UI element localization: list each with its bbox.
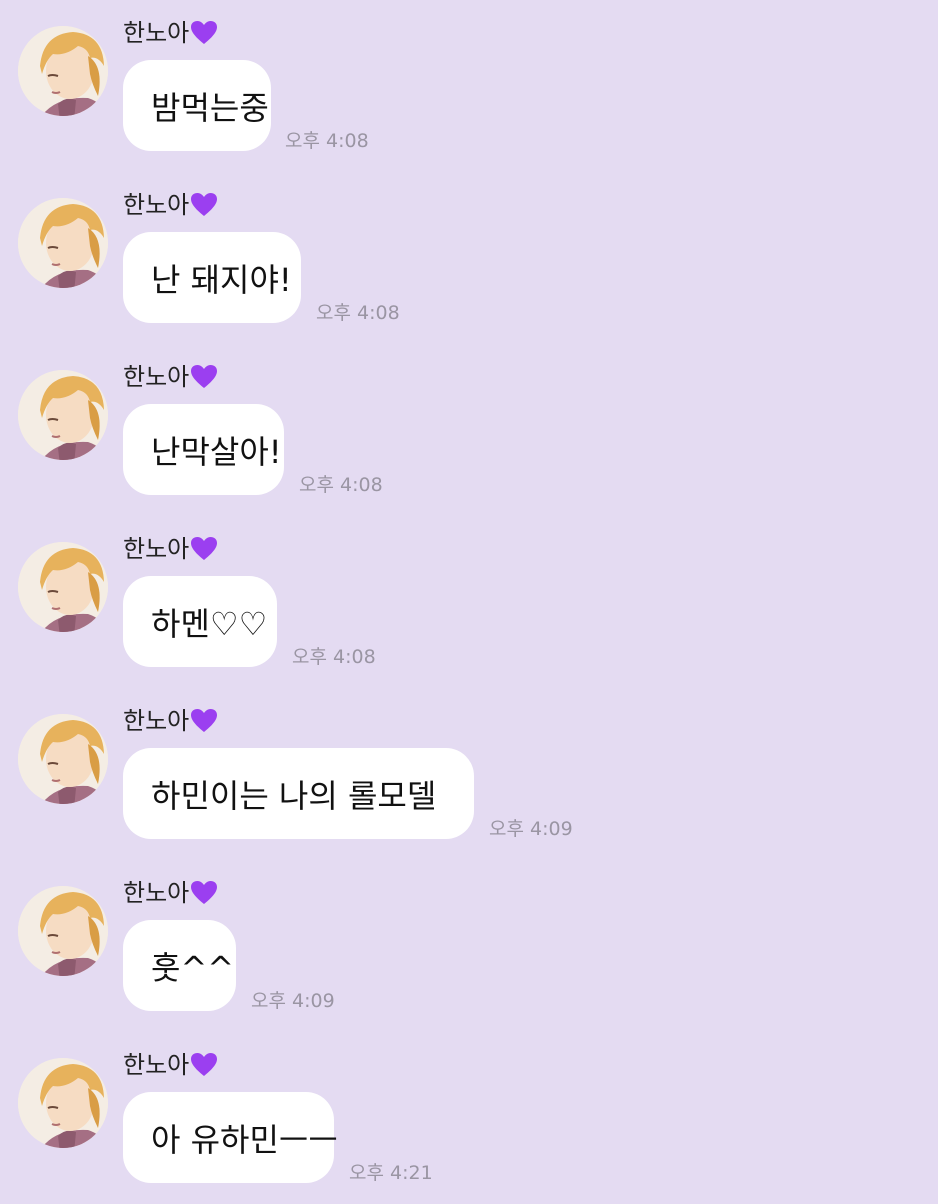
chat-log: 한노아 밤먹는중 오후 4:08 한노아 난 돼지야! 오후 4:08 한노아 … bbox=[0, 0, 938, 1200]
purple-heart-icon bbox=[191, 709, 218, 732]
avatar[interactable] bbox=[18, 26, 108, 116]
purple-heart-icon bbox=[191, 193, 218, 216]
sender-name-label: 한노아 bbox=[123, 879, 190, 907]
message: 한노아 난 돼지야! 오후 4:08 bbox=[0, 172, 938, 344]
message-bubble[interactable]: 하민이는 나의 롤모델 bbox=[123, 748, 474, 839]
avatar[interactable] bbox=[18, 198, 108, 288]
avatar-image bbox=[18, 542, 108, 632]
sender-name: 한노아 bbox=[123, 16, 218, 50]
avatar-image bbox=[18, 714, 108, 804]
sender-name: 한노아 bbox=[123, 360, 218, 394]
avatar-image bbox=[18, 26, 108, 116]
sender-name-label: 한노아 bbox=[123, 363, 190, 391]
message: 한노아 훗^^ 오후 4:09 bbox=[0, 860, 938, 1032]
sender-name-label: 한노아 bbox=[123, 535, 190, 563]
sender-name: 한노아 bbox=[123, 704, 218, 738]
sender-name-label: 한노아 bbox=[123, 191, 190, 219]
message-timestamp: 오후 4:09 bbox=[251, 990, 335, 1012]
message: 한노아 하민이는 나의 롤모델 오후 4:09 bbox=[0, 688, 938, 860]
message-timestamp: 오후 4:09 bbox=[489, 818, 573, 840]
message-bubble[interactable]: 훗^^ bbox=[123, 920, 236, 1011]
message: 한노아 아 유하민ㅡㅡ 오후 4:21 bbox=[0, 1032, 938, 1204]
avatar[interactable] bbox=[18, 714, 108, 804]
purple-heart-icon bbox=[191, 21, 218, 44]
message-text: 난막살아! bbox=[151, 432, 282, 471]
message-timestamp: 오후 4:08 bbox=[299, 474, 383, 496]
purple-heart-icon bbox=[191, 881, 218, 904]
message-bubble[interactable]: 하멘♡♡ bbox=[123, 576, 277, 667]
purple-heart-icon bbox=[191, 365, 218, 388]
avatar[interactable] bbox=[18, 542, 108, 632]
avatar[interactable] bbox=[18, 1058, 108, 1148]
message-text: 하멘♡♡ bbox=[151, 604, 268, 643]
message-timestamp: 오후 4:08 bbox=[285, 130, 369, 152]
message-text: 훗^^ bbox=[151, 948, 235, 987]
message-timestamp: 오후 4:21 bbox=[349, 1162, 433, 1184]
purple-heart-icon bbox=[191, 537, 218, 560]
message-text: 난 돼지야! bbox=[151, 260, 292, 299]
avatar-image bbox=[18, 1058, 108, 1148]
message-text: 아 유하민ㅡㅡ bbox=[151, 1120, 338, 1159]
message-bubble[interactable]: 난 돼지야! bbox=[123, 232, 301, 323]
message-bubble[interactable]: 아 유하민ㅡㅡ bbox=[123, 1092, 338, 1183]
sender-name-label: 한노아 bbox=[123, 707, 190, 735]
sender-name: 한노아 bbox=[123, 188, 218, 222]
message: 한노아 하멘♡♡ 오후 4:08 bbox=[0, 516, 938, 688]
message: 한노아 밤먹는중 오후 4:08 bbox=[0, 0, 938, 172]
sender-name: 한노아 bbox=[123, 876, 218, 910]
sender-name: 한노아 bbox=[123, 1048, 218, 1082]
purple-heart-icon bbox=[191, 1053, 218, 1076]
avatar-image bbox=[18, 198, 108, 288]
message: 한노아 난막살아! 오후 4:08 bbox=[0, 344, 938, 516]
message-text: 하민이는 나의 롤모델 bbox=[151, 776, 437, 815]
message-bubble[interactable]: 난막살아! bbox=[123, 404, 284, 495]
message-timestamp: 오후 4:08 bbox=[316, 302, 400, 324]
message-timestamp: 오후 4:08 bbox=[292, 646, 376, 668]
avatar[interactable] bbox=[18, 370, 108, 460]
message-text: 밤먹는중 bbox=[151, 88, 269, 127]
sender-name-label: 한노아 bbox=[123, 19, 190, 47]
avatar-image bbox=[18, 370, 108, 460]
avatar-image bbox=[18, 886, 108, 976]
avatar[interactable] bbox=[18, 886, 108, 976]
sender-name: 한노아 bbox=[123, 532, 218, 566]
sender-name-label: 한노아 bbox=[123, 1051, 190, 1079]
message-bubble[interactable]: 밤먹는중 bbox=[123, 60, 271, 151]
